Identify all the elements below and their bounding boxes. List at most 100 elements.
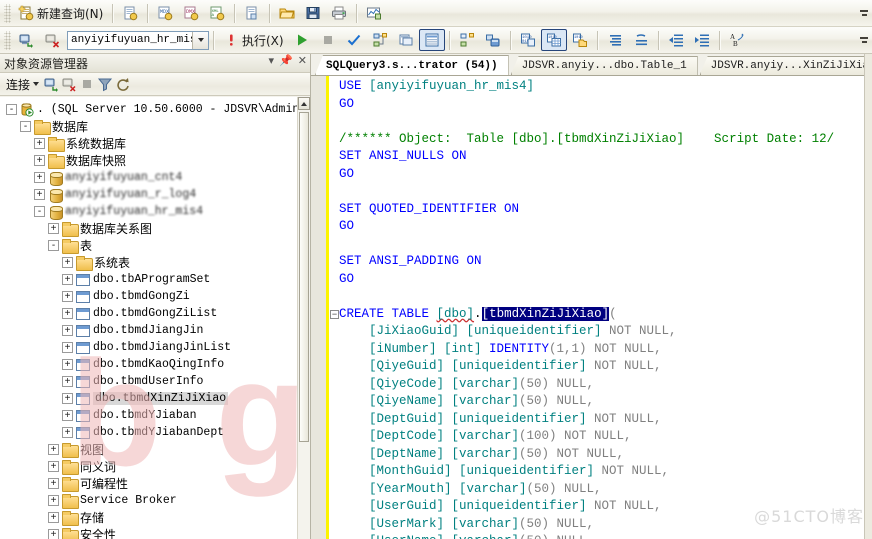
close-icon[interactable]: ✕	[298, 55, 307, 66]
database-selector[interactable]: anyiyifuyuan_hr_mis4	[67, 30, 209, 50]
tree-expand-toggle[interactable]: +	[34, 189, 45, 200]
debug-button[interactable]	[289, 29, 315, 51]
object-explorer-scrollbar[interactable]	[297, 97, 310, 539]
display-estimated-plan-button[interactable]	[367, 29, 393, 51]
connect-button[interactable]	[13, 29, 39, 51]
tree-expand-toggle[interactable]: +	[62, 427, 73, 438]
tree-expand-toggle[interactable]: +	[34, 172, 45, 183]
tree-collapse-toggle[interactable]: -	[20, 121, 31, 132]
tree-node[interactable]: + 同义词	[0, 458, 310, 475]
tree-node[interactable]: + dbo.tbmdXinZiJiXiao	[0, 390, 310, 407]
oe-stop-icon[interactable]	[79, 76, 95, 92]
tree-node[interactable]: + 安全性	[0, 526, 310, 539]
editor-tab[interactable]: JDSVR.anyiy...dbo.Table_1	[510, 56, 698, 75]
sql-code-editor[interactable]: − USE [anyiyifuyuan_hr_mis4] GO /****** O…	[311, 75, 872, 539]
tree-node[interactable]: + 数据库快照	[0, 152, 310, 169]
tree-expand-toggle[interactable]: +	[62, 291, 73, 302]
editor-collapse-margin[interactable]: −	[329, 76, 339, 539]
tree-node[interactable]: + Service Broker	[0, 492, 310, 509]
toolbar-overflow-button-2[interactable]	[858, 29, 870, 51]
tree-expand-toggle[interactable]: +	[62, 325, 73, 336]
tree-node[interactable]: + dbo.tbmdYJiaban	[0, 407, 310, 424]
tree-node[interactable]: + dbo.tbmdUserInfo	[0, 373, 310, 390]
editor-tab[interactable]: SQLQuery3.s...trator (54))	[315, 55, 509, 75]
tree-expand-toggle[interactable]: +	[48, 444, 59, 455]
tree-node[interactable]: + dbo.tbAProgramSet	[0, 271, 310, 288]
oe-disconnect-icon[interactable]	[61, 76, 77, 92]
tree-expand-toggle[interactable]: +	[62, 393, 73, 404]
database-engine-query-button[interactable]	[117, 2, 143, 24]
editor-tab[interactable]: JDSVR.anyiy...XinZiJiXiao	[699, 56, 872, 75]
specify-values-button[interactable]: A B	[724, 29, 750, 51]
activity-monitor-button[interactable]	[361, 2, 387, 24]
tree-node[interactable]: + anyiyifuyuan_r_log4	[0, 186, 310, 203]
xmla-query-button[interactable]: XML A	[204, 2, 230, 24]
results-to-file-button[interactable]: 1010	[567, 29, 593, 51]
tree-expand-toggle[interactable]: +	[62, 257, 73, 268]
tree-node[interactable]: + 系统数据库	[0, 135, 310, 152]
tree-node[interactable]: + 系统表	[0, 254, 310, 271]
tree-node[interactable]: + 存储	[0, 509, 310, 526]
oe-connect-icon[interactable]	[43, 76, 59, 92]
query-options-button[interactable]	[393, 29, 419, 51]
refresh-icon[interactable]	[115, 76, 131, 92]
pin-icon[interactable]: 📌	[279, 55, 293, 66]
filter-icon[interactable]	[97, 76, 113, 92]
toolbar-grip-2[interactable]	[4, 30, 11, 50]
tree-node[interactable]: + anyiyifuyuan_cnt4	[0, 169, 310, 186]
object-explorer-tree-body[interactable]: -. (SQL Server 10.50.6000 - JDSVR\Admini…	[0, 97, 310, 539]
toolbar-overflow-button[interactable]	[858, 2, 870, 24]
include-actual-plan-button[interactable]	[454, 29, 480, 51]
stop-button[interactable]	[315, 29, 341, 51]
uncomment-lines-button[interactable]	[628, 29, 654, 51]
tree-node[interactable]: + dbo.tbmdGongZiList	[0, 305, 310, 322]
sql-code-text[interactable]: USE [anyiyifuyuan_hr_mis4] GO /****** Obj…	[339, 76, 872, 539]
tree-node[interactable]: + dbo.tbmdJiangJin	[0, 322, 310, 339]
tree-node[interactable]: + dbo.tbmdJiangJinList	[0, 339, 310, 356]
scroll-up-button[interactable]	[298, 97, 310, 110]
tree-node[interactable]: -表	[0, 237, 310, 254]
tree-node[interactable]: - anyiyifuyuan_hr_mis4	[0, 203, 310, 220]
results-to-text-toggle[interactable]	[418, 29, 445, 51]
increase-indent-button[interactable]	[689, 29, 715, 51]
tree-expand-toggle[interactable]: +	[48, 529, 59, 539]
tree-expand-toggle[interactable]: +	[34, 138, 45, 149]
collapse-toggle[interactable]: −	[330, 310, 339, 319]
tree-expand-toggle[interactable]: +	[48, 512, 59, 523]
tree-expand-toggle[interactable]: +	[62, 342, 73, 353]
new-query-button[interactable]: 新建查询(N)	[13, 2, 108, 24]
open-file-button[interactable]	[274, 2, 300, 24]
tree-expand-toggle[interactable]: +	[34, 155, 45, 166]
tree-collapse-toggle[interactable]: -	[34, 206, 45, 217]
tree-expand-toggle[interactable]: +	[62, 410, 73, 421]
connect-dropdown-button[interactable]: 连接	[4, 76, 41, 93]
comment-lines-button[interactable]	[602, 29, 628, 51]
tree-expand-toggle[interactable]: +	[62, 376, 73, 387]
save-button[interactable]	[300, 2, 326, 24]
chevron-down-icon[interactable]: ▾	[269, 55, 275, 66]
results-to-text-button[interactable]: 1010 0101	[515, 29, 541, 51]
tree-expand-toggle[interactable]: +	[48, 223, 59, 234]
include-client-statistics-button[interactable]	[480, 29, 506, 51]
tree-expand-toggle[interactable]: +	[48, 495, 59, 506]
dmx-query-button[interactable]: DMX	[178, 2, 204, 24]
tree-node[interactable]: + 数据库关系图	[0, 220, 310, 237]
tree-expand-toggle[interactable]: +	[62, 308, 73, 319]
scrollbar-thumb[interactable]	[299, 112, 309, 442]
execute-button[interactable]: 执行(X)	[218, 29, 289, 51]
chevron-down-icon[interactable]	[192, 31, 208, 49]
tree-node[interactable]: + 可编程性	[0, 475, 310, 492]
compact-query-button[interactable]	[239, 2, 265, 24]
tree-node[interactable]: + dbo.tbmdKaoQingInfo	[0, 356, 310, 373]
tree-collapse-toggle[interactable]: -	[48, 240, 59, 251]
object-explorer-tree[interactable]: -. (SQL Server 10.50.6000 - JDSVR\Admini…	[0, 97, 310, 539]
tree-expand-toggle[interactable]: +	[48, 461, 59, 472]
results-to-grid-button[interactable]: 1010	[540, 29, 567, 51]
tree-collapse-toggle[interactable]: -	[6, 104, 17, 115]
mdx-query-button[interactable]: MDX	[152, 2, 178, 24]
disconnect-button[interactable]	[39, 29, 65, 51]
tree-node[interactable]: + dbo.tbmdGongZi	[0, 288, 310, 305]
print-button[interactable]	[326, 2, 352, 24]
tree-node[interactable]: - 数据库	[0, 118, 310, 135]
toolbar-grip[interactable]	[4, 3, 11, 23]
